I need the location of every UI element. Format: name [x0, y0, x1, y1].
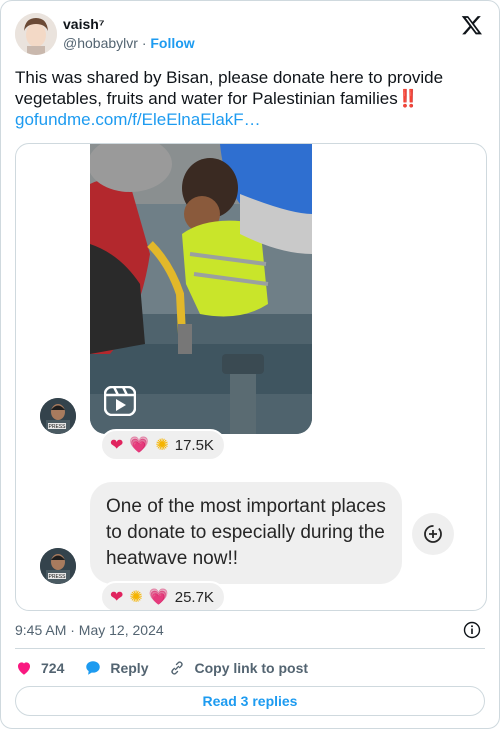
- read-replies-button[interactable]: Read 3 replies: [15, 686, 485, 716]
- message-bubble: One of the most important places to dona…: [90, 482, 402, 584]
- message-text: One of the most important places to dona…: [106, 496, 386, 569]
- reply-bubble-icon: [86, 661, 101, 675]
- tweet-text: This was shared by Bisan, please donate …: [15, 67, 489, 130]
- message-reaction-count: 25.7K: [174, 588, 214, 606]
- video-reactions[interactable]: ❤ 💗 ✺ 17.5K: [100, 429, 226, 461]
- x-logo-icon[interactable]: [461, 14, 483, 36]
- author-avatar[interactable]: [15, 13, 57, 55]
- add-reaction-icon: [424, 525, 442, 543]
- follow-button[interactable]: Follow: [150, 35, 194, 51]
- sparkle-emoji-icon: ✺: [129, 587, 143, 606]
- copy-link-label: Copy link to post: [194, 660, 309, 676]
- press-badge-2: PRESS: [49, 574, 67, 580]
- separator-dot: ·: [141, 35, 147, 51]
- like-count: 724: [41, 660, 65, 676]
- press-badge: PRESS: [49, 424, 67, 430]
- heart-emoji-icon: ❤: [110, 435, 124, 454]
- reply-button[interactable]: Reply: [84, 659, 148, 677]
- pink-heart-emoji-icon: 💗: [129, 435, 150, 454]
- divider: [15, 648, 485, 649]
- video-thumbnail[interactable]: [90, 144, 312, 434]
- video-reaction-count: 17.5K: [174, 436, 214, 454]
- sender-avatar-2[interactable]: PRESS: [40, 548, 76, 584]
- pink-heart-emoji-icon: 💗: [148, 587, 169, 606]
- gofundme-link[interactable]: gofundme.com/f/EleElnaElakF…: [15, 109, 489, 130]
- author-handle[interactable]: @hobabylvr: [63, 35, 138, 51]
- sparkle-emoji-icon: ✺: [155, 435, 169, 454]
- author-handle-row: @hobabylvr · Follow: [63, 35, 195, 51]
- action-bar: 724 Reply Copy link to post: [15, 657, 328, 679]
- info-icon[interactable]: [463, 621, 481, 639]
- tweet-timestamp[interactable]: 9:45 AM · May 12, 2024: [15, 622, 164, 638]
- link-icon: [171, 661, 184, 675]
- sender-avatar[interactable]: PRESS: [40, 398, 76, 434]
- heart-icon: [18, 662, 30, 675]
- message-reactions[interactable]: ❤ ✺ 💗 25.7K: [100, 581, 226, 610]
- tweet-embed-card: vaish⁷ @hobabylvr · Follow This was shar…: [0, 0, 500, 729]
- share-button[interactable]: [412, 513, 454, 555]
- embedded-media[interactable]: PRESS ❤ 💗 ✺ 17.5K One of the most import…: [15, 143, 487, 611]
- tweet-header: vaish⁷ @hobabylvr · Follow: [15, 13, 485, 57]
- author-name[interactable]: vaish⁷: [63, 16, 105, 32]
- double-exclamation-emoji: ‼️: [397, 89, 419, 108]
- copy-link-button[interactable]: Copy link to post: [168, 659, 308, 677]
- heart-emoji-icon: ❤: [110, 587, 124, 606]
- tweet-body: This was shared by Bisan, please donate …: [15, 68, 444, 108]
- read-replies-label: Read 3 replies: [202, 693, 298, 709]
- reels-icon: [104, 386, 136, 416]
- reply-label: Reply: [110, 660, 149, 676]
- like-button[interactable]: 724: [15, 659, 64, 677]
